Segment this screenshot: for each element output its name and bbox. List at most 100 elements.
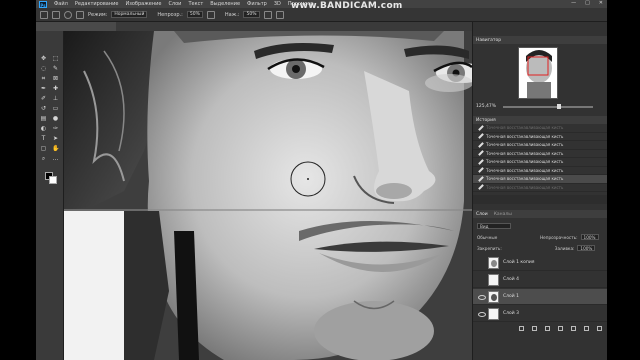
brush-tool-icon[interactable] — [52, 10, 60, 19]
blend-mode-select[interactable]: Обычные — [477, 235, 521, 240]
brush-icon — [477, 167, 483, 173]
layers-blend-row: Обычные Непрозрачность: 100% — [473, 233, 607, 241]
layer-thumbnail — [488, 273, 499, 286]
close-icon[interactable]: ✕ — [599, 0, 603, 6]
group-icon[interactable] — [571, 325, 576, 331]
history-item[interactable]: Точечная восстанавливающая кисть — [473, 184, 607, 192]
angle-icon[interactable] — [275, 10, 284, 19]
channels-tab[interactable]: Каналы — [494, 212, 512, 217]
navigator-zoom-slider[interactable] — [503, 104, 593, 109]
mode-label: Режим: — [88, 11, 108, 18]
layer-thumbnail — [488, 256, 499, 269]
layers-tab[interactable]: Слои — [476, 212, 488, 217]
pen-tool-icon[interactable]: ✑ — [52, 125, 59, 132]
menu-file[interactable]: Файл — [54, 1, 68, 7]
tools-panel: ✥ ⬚ ◌ ✎ ⌗ ⊠ ✒ ✚ ✐ ⊥ ↺ ▭ ▤ ● ◐ ✑ T ➤ ▢ ✋ … — [36, 31, 64, 360]
menu-layers[interactable]: Слои — [168, 1, 181, 7]
pressure-opacity-icon[interactable] — [206, 10, 215, 19]
background-color-swatch[interactable] — [49, 176, 57, 184]
gradient-tool-icon[interactable]: ▤ — [40, 115, 47, 122]
opacity-field[interactable]: 50% — [186, 11, 203, 18]
lock-label: Закрепить: — [477, 245, 502, 251]
type-tool-icon[interactable]: T — [40, 135, 47, 142]
zoom-slider-knob[interactable] — [557, 104, 561, 109]
path-select-tool-icon[interactable]: ➤ — [52, 135, 59, 142]
eyedropper-tool-icon[interactable]: ✒ — [40, 85, 47, 92]
history-list: Точечная восстанавливающая кисть Точечна… — [473, 124, 607, 192]
brush-icon — [477, 159, 483, 165]
opacity-label: Непрозр.: — [157, 11, 183, 18]
zoom-tool-icon[interactable]: ⌕ — [40, 155, 47, 162]
document-tab[interactable] — [36, 22, 116, 31]
visibility-eye-icon[interactable] — [477, 311, 486, 317]
crop-tool-icon[interactable]: ⌗ — [40, 75, 47, 82]
layer-name[interactable]: Слой 1 копия — [503, 260, 534, 265]
visibility-eye-icon[interactable] — [477, 294, 486, 300]
adjustment-layer-icon[interactable] — [558, 325, 563, 331]
layer-name[interactable]: Слой 3 — [503, 311, 519, 316]
lasso-tool-icon[interactable]: ◌ — [40, 65, 47, 72]
menu-image[interactable]: Изображение — [125, 1, 161, 7]
minimize-icon[interactable]: — — [571, 0, 576, 6]
layer-name[interactable]: Слой 1 — [503, 294, 519, 299]
airbrush-icon[interactable] — [263, 10, 272, 19]
history-item-selected[interactable]: Точечная восстанавливающая кисть — [473, 175, 607, 184]
clone-stamp-tool-icon[interactable]: ⊥ — [52, 95, 59, 102]
new-layer-icon[interactable] — [584, 325, 589, 331]
nazh-label: Наж.: — [224, 11, 240, 18]
navigator-zoom-value[interactable]: 125,47% — [476, 104, 496, 109]
history-item[interactable]: Точечная восстанавливающая кисть — [473, 167, 607, 175]
frame-tool-icon[interactable]: ⊠ — [52, 75, 59, 82]
history-item[interactable]: Точечная восстанавливающая кисть — [473, 133, 607, 141]
layer-opacity-label: Непрозрачность: — [540, 234, 578, 240]
mask-icon[interactable] — [545, 325, 550, 331]
dodge-tool-icon[interactable]: ◐ — [40, 125, 47, 132]
layers-footer — [473, 322, 607, 334]
menu-3d[interactable]: 3D — [274, 1, 281, 7]
menu-text[interactable]: Текст — [188, 1, 203, 7]
nazh-field[interactable]: 50% — [243, 11, 260, 18]
layer-row[interactable]: Слой 1 копия — [473, 255, 607, 271]
brush-tool-icon[interactable]: ✐ — [40, 95, 47, 102]
history-brush-tool-icon[interactable]: ↺ — [40, 105, 47, 112]
navigator-tab[interactable]: Навигатор — [476, 38, 501, 43]
layer-name[interactable]: Слой 4 — [503, 277, 519, 282]
trash-icon[interactable] — [597, 325, 602, 331]
layer-kind-filter[interactable]: Вид — [477, 223, 511, 229]
history-tab[interactable]: История — [476, 118, 496, 123]
fill-label: Заливка: — [554, 245, 575, 251]
maximize-icon[interactable]: □ — [585, 0, 590, 6]
document-canvas[interactable] — [64, 31, 472, 360]
layer-opacity-field[interactable]: 100% — [580, 234, 599, 240]
history-item[interactable]: Точечная восстанавливающая кисть — [473, 150, 607, 158]
layer-row-selected[interactable]: Слой 1 — [473, 289, 607, 305]
healing-brush-tool-icon[interactable]: ✚ — [52, 85, 59, 92]
quick-select-tool-icon[interactable]: ✎ — [52, 65, 59, 72]
layer-row[interactable]: Слой 4 — [473, 272, 607, 288]
mode-select[interactable]: Нормальный — [111, 11, 148, 18]
menu-edit[interactable]: Редактирование — [75, 1, 119, 7]
history-item[interactable]: Точечная восстанавливающая кисть — [473, 158, 607, 167]
shape-tool-icon[interactable]: ▢ — [40, 145, 47, 152]
home-icon[interactable] — [40, 10, 48, 19]
layer-fill-field[interactable]: 100% — [577, 245, 596, 251]
navigator-thumbnail[interactable] — [518, 47, 558, 99]
link-layers-icon[interactable] — [519, 325, 524, 331]
more-tools-icon[interactable]: … — [52, 155, 59, 162]
layer-thumbnail — [488, 307, 499, 320]
eraser-tool-icon[interactable]: ▭ — [52, 105, 59, 112]
history-item[interactable]: Точечная восстанавливающая кисть — [473, 124, 607, 133]
move-tool-icon[interactable]: ✥ — [40, 55, 47, 62]
fx-icon[interactable] — [532, 325, 537, 331]
marquee-tool-icon[interactable]: ⬚ — [52, 55, 59, 62]
hand-tool-icon[interactable]: ✋ — [52, 145, 59, 152]
brush-settings-icon[interactable] — [76, 10, 84, 19]
portrait-photo — [64, 31, 472, 360]
brush-icon — [477, 184, 483, 190]
history-item[interactable]: Точечная восстанавливающая кисть — [473, 141, 607, 150]
menu-filter[interactable]: Фильтр — [247, 1, 267, 7]
menu-select[interactable]: Выделение — [210, 1, 240, 7]
brush-size-icon[interactable] — [64, 10, 72, 19]
layer-row[interactable]: Слой 3 — [473, 306, 607, 322]
blur-tool-icon[interactable]: ● — [52, 115, 59, 122]
